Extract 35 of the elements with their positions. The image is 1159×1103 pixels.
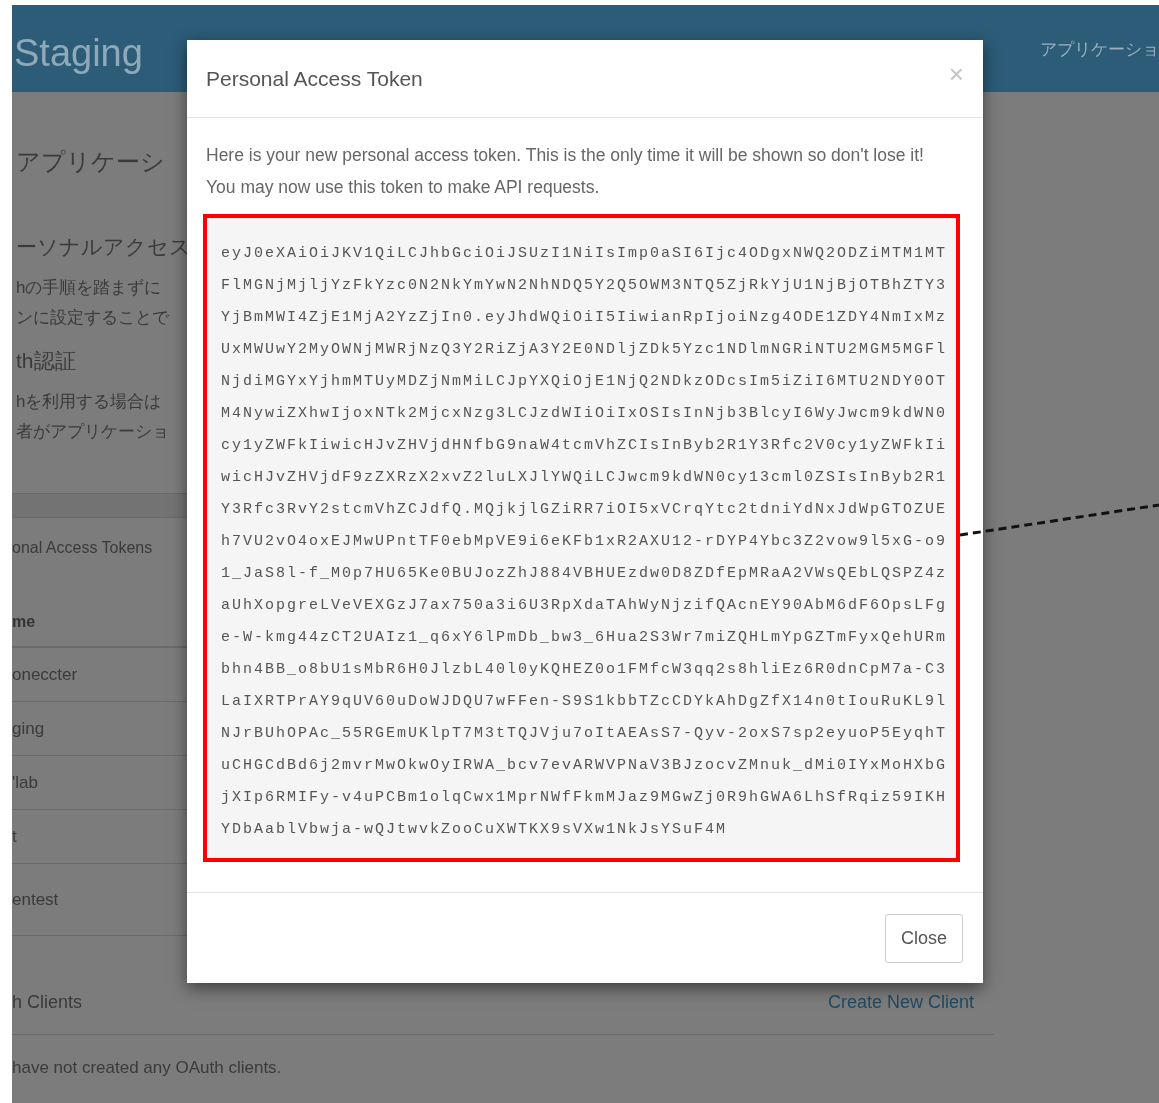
modal-title: Personal Access Token bbox=[206, 65, 423, 92]
token-text: eyJ0eXAiOiJKV1QiLCJhbGciOiJSUzI1NiIsImp0aSI6Ijc4ODgxNWQ2ODZiMTM1MT bbox=[221, 244, 949, 264]
token-text: Y3Rfc3RvY2stcmVhZCJdfQ.MQjkjlGZiRR7iOI5xVCrqYtc2tdniYdNxJdWpGTOZUE bbox=[221, 500, 949, 520]
token-text: cy1yZWFkIiwicHJvZHVjdHNfbG9naW4tcmVhZCIsInByb2R1Y3Rfc2V0cy1yZWFkIi bbox=[221, 436, 949, 456]
token-text: uCHGCdBd6j2mvrMwOkwOyIRWA_bcv7evARWVPNaV3BJzocvZMnuk_dMi0IYxMoHXbG bbox=[221, 756, 949, 776]
token-text: jXIp6RMIFy-v4uPCBm1olqCwx1MprNWfFkmMJaz9MGwZj0R9hGWA6LhSfRqiz59IKH bbox=[221, 788, 949, 808]
token-text: YjBmMWI4ZjE1MjA2YzZjIn0.eyJhdWQiOiI5IiwianRpIjoiNzg4ODE1ZDY4NmIxMz bbox=[221, 308, 949, 328]
token-text: aUhXopgreLVeVEXGzJ7ax750a3i6U3RpXdaTAhWyNjzifQAcnEY90AbM6dF6OpsLFg bbox=[221, 596, 949, 616]
token-text: YDbAablVbwja-wQJtwvkZooCuXWTKX9sVXw1NkJsYSuF4M bbox=[221, 820, 729, 840]
token-text: LaIXRTPrAY9qUV60uDoWJDQU7wFFen-S9S1kbbTZcCDYkAhDgZfX14n0tIouRuKL9l bbox=[221, 692, 949, 712]
description-text: ンに設定することで bbox=[16, 307, 170, 329]
page-title: アプリケーシ bbox=[16, 147, 166, 177]
token-text: e-W-kmg44zCT2UAIz1_q6xY6lPmDb_bw3_6Hua2S3Wr7miZQHLmYpGZTmFyxQehURm bbox=[221, 628, 949, 648]
empty-message: have not created any OAuth clients. bbox=[12, 1057, 282, 1079]
token-text: h7VU2vO4oxEJMwUPntTF0ebMpVE9i6eKFb1xR2AXU12-rDYP4Ybc3Z2vow9l5xG-o9 bbox=[221, 532, 949, 552]
token-text: NjdiMGYxYjhmMTUyMDZjNmMiLCJpYXQiOjE1NjQ2NDkzODcsIm5iZiI6MTU2NDY0OT bbox=[221, 372, 949, 392]
token-text: bhn4BB_o8bU1sMbR6H0JlzbL40l0yKQHEZ0o1FMfcW3qq2s8hliEz6R0dnCpM7a-C3 bbox=[221, 660, 949, 680]
token-text: wicHJvZHVjdF9zZXRzX2xvZ2luLXJlYWQiLCJwcm9kdWN0cy13cml0ZSIsInByb2R1 bbox=[221, 468, 949, 488]
panel-title: onal Access Tokens bbox=[12, 538, 153, 558]
panel-title: h Clients bbox=[12, 991, 83, 1014]
token-text: 1_JaS8l-f_M0p7HU65Ke0BUJozZhJ884VBHUEzdw0D8ZDfEpMRaA2VWsQEbLQSPZ4z bbox=[221, 564, 949, 584]
modal-message: Here is your new personal access token. This is the only time it will be shown so don't lose it! You may now use this token to make API requests. bbox=[206, 144, 925, 199]
token-text: UxMWUwY2MyOWNjMWRjNzQ3Y2RiZjA3Y2E0NDljZDk5Yzc1NDlmNGRiNTU2MGM5MGFl bbox=[221, 340, 949, 360]
description-text: hの手順を踏まずに bbox=[16, 277, 163, 299]
token-text: M4NywiZXhwIjoxNTk2MjcxNzg3LCJzdWIiOiIxOSIsInNjb3BlcyI6WyJwcm9kdWN0 bbox=[221, 404, 949, 424]
description-text: 者がアプリケーショ bbox=[16, 421, 170, 443]
close-button[interactable]: Close bbox=[884, 913, 963, 963]
description-text: hを利用する場合は bbox=[16, 391, 163, 413]
section-heading: th認証 bbox=[16, 348, 77, 374]
brand-logo[interactable]: Staging bbox=[14, 25, 143, 82]
token-text: FlMGNjMjljYzFkYzc0N2NkYmYwN2NhNDQ5Y2Q5OWM3NTQ5ZjRkYjU1NjBjOTBhZTY3 bbox=[221, 276, 949, 296]
nav-link[interactable]: アプリケーショ bbox=[1040, 37, 1159, 63]
section-heading: ーソナルアクセス bbox=[16, 234, 187, 260]
create-client-link[interactable]: Create New Client bbox=[827, 989, 974, 1016]
token-text: NJrBUhOPAc_55RGEmUKlpT7M3tTQJVju7oItAEAsS7-Qyv-2oxS7sp2eyuoP5EyqhT bbox=[221, 724, 949, 744]
